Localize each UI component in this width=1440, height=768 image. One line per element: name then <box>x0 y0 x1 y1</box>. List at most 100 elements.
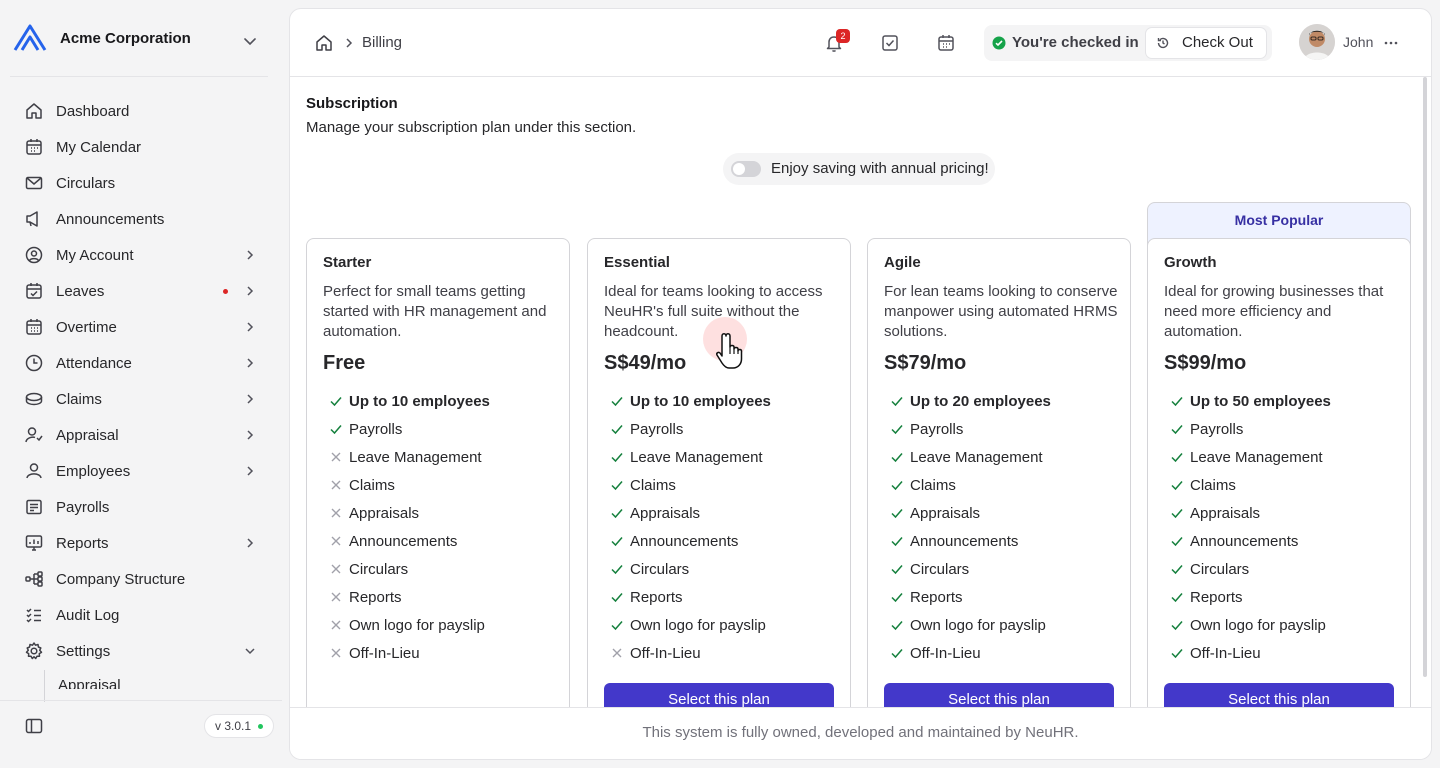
scrollbar[interactable] <box>1423 77 1427 677</box>
sidebar-item-label: Announcements <box>56 210 165 228</box>
check-icon <box>1171 397 1183 407</box>
org-name: Acme Corporation <box>60 29 191 47</box>
sidebar-item-my-calendar[interactable]: My Calendar <box>14 129 268 165</box>
sidebar-item-payrolls[interactable]: Payrolls <box>14 489 268 525</box>
sidebar-item-attendance[interactable]: Attendance <box>14 345 268 381</box>
check-icon <box>1171 593 1183 603</box>
sidebar-item-employees[interactable]: Employees <box>14 453 268 489</box>
feature-label: Up to 50 employees <box>1190 392 1331 410</box>
chevron-down-icon[interactable] <box>240 32 260 52</box>
check-icon <box>891 425 903 435</box>
feature-item: Off-In-Lieu <box>890 639 1051 667</box>
feature-label: Claims <box>630 476 676 494</box>
sidebar-item-audit-log[interactable]: Audit Log <box>14 597 268 633</box>
chart-icon <box>24 533 44 553</box>
annual-pricing-toggle[interactable] <box>731 161 761 177</box>
check-icon <box>891 481 903 491</box>
feature-label: Circulars <box>630 560 690 578</box>
feature-item: Appraisals <box>890 499 1051 527</box>
sidebar-item-claims[interactable]: Claims <box>14 381 268 417</box>
user-icon <box>24 461 44 481</box>
sidebar-item-circulars[interactable]: Circulars <box>14 165 268 201</box>
feature-item: Leave Management <box>610 443 771 471</box>
feature-item: Own logo for payslip <box>610 611 771 639</box>
feature-label: Reports <box>910 588 963 606</box>
x-icon <box>331 536 341 546</box>
sidebar-item-appraisal[interactable]: Appraisal <box>14 417 268 453</box>
feature-label: Own logo for payslip <box>1190 616 1326 634</box>
org-switcher[interactable]: Acme Corporation <box>0 0 282 76</box>
sidebar-nav: Dashboard My Calendar Circulars Announce… <box>14 93 268 669</box>
feature-label: Announcements <box>349 532 458 550</box>
plan-card: Essential Ideal for teams looking to acce… <box>587 238 851 708</box>
top-bar: Billing 2 You're checked in Check Out Jo… <box>290 9 1431 77</box>
sidebar-item-label: My Account <box>56 246 134 264</box>
check-icon <box>330 425 342 435</box>
task-check-icon[interactable] <box>880 33 900 53</box>
home-icon[interactable] <box>314 33 334 53</box>
feature-list: Up to 20 employees Payrolls Leave Manageme… <box>890 387 1051 667</box>
select-plan-button[interactable]: Select this plan <box>604 683 834 708</box>
feature-item: Own logo for payslip <box>1170 611 1331 639</box>
user-star-icon <box>24 425 44 445</box>
sidebar-item-my-account[interactable]: My Account <box>14 237 268 273</box>
feature-label: Own logo for payslip <box>630 616 766 634</box>
feature-item: Announcements <box>1170 527 1331 555</box>
sidebar-toggle-icon[interactable] <box>24 716 44 736</box>
x-icon <box>331 480 341 490</box>
calendar-icon[interactable] <box>936 33 956 53</box>
feature-label: Claims <box>1190 476 1236 494</box>
sidebar-item-label: Employees <box>56 462 131 480</box>
sidebar-item-settings[interactable]: Settings <box>14 633 268 669</box>
select-plan-button[interactable]: Select this plan <box>884 683 1114 708</box>
sidebar-item-leaves[interactable]: Leaves <box>14 273 268 309</box>
plan-description: Ideal for growing businesses that need m… <box>1164 283 1384 340</box>
feature-label: Claims <box>910 476 956 494</box>
plan-description: Perfect for small teams getting started … <box>323 283 547 340</box>
plan-name: Agile <box>884 254 921 271</box>
hand-pointer-cursor-icon <box>695 316 755 376</box>
more-horizontal-icon[interactable] <box>1383 33 1399 53</box>
check-icon <box>891 397 903 407</box>
check-circle-icon <box>992 36 1006 50</box>
feature-item: Own logo for payslip <box>890 611 1051 639</box>
calendar-clock-icon <box>24 317 44 337</box>
plan-price: S$49/mo <box>604 352 687 374</box>
check-icon <box>330 397 342 407</box>
sidebar-item-company-structure[interactable]: Company Structure <box>14 561 268 597</box>
feature-item: Claims <box>610 471 771 499</box>
check-icon <box>611 425 623 435</box>
mail-icon <box>24 173 44 193</box>
calendar-icon <box>24 137 44 157</box>
feature-item: Off-In-Lieu <box>610 639 771 667</box>
feature-item: Circulars <box>610 555 771 583</box>
megaphone-icon <box>24 209 44 229</box>
feature-label: Leave Management <box>910 448 1043 466</box>
feature-item: Reports <box>329 583 490 611</box>
check-icon <box>891 453 903 463</box>
sidebar-subitem-partial[interactable]: Appraisals <box>58 679 120 689</box>
check-out-button[interactable]: Check Out <box>1146 28 1266 58</box>
feature-label: Off-In-Lieu <box>910 644 981 662</box>
billing-content: Subscription Manage your subscription pl… <box>290 78 1431 708</box>
user-name[interactable]: John <box>1343 34 1373 50</box>
feature-label: Leave Management <box>630 448 763 466</box>
breadcrumb[interactable]: Billing <box>362 34 402 51</box>
sidebar-item-overtime[interactable]: Overtime <box>14 309 268 345</box>
sidebar-item-announcements[interactable]: Announcements <box>14 201 268 237</box>
feature-list: Up to 50 employees Payrolls Leave Manageme… <box>1170 387 1331 667</box>
checkin-status: You're checked in Check Out <box>984 25 1272 61</box>
plan-price: S$79/mo <box>884 352 967 374</box>
feature-label: Appraisals <box>910 504 981 522</box>
feature-label: Own logo for payslip <box>349 616 485 634</box>
select-plan-button[interactable]: Select this plan <box>1164 683 1394 708</box>
online-dot <box>258 723 264 729</box>
avatar[interactable] <box>1299 24 1335 60</box>
feature-label: Payrolls <box>630 420 684 438</box>
sidebar-item-dashboard[interactable]: Dashboard <box>14 93 268 129</box>
sidebar-item-reports[interactable]: Reports <box>14 525 268 561</box>
chevron-right-icon <box>242 247 258 263</box>
sidebar-item-label: Leaves <box>56 282 105 300</box>
feature-item: Up to 50 employees <box>1170 387 1331 415</box>
chevron-right-icon <box>342 36 356 50</box>
